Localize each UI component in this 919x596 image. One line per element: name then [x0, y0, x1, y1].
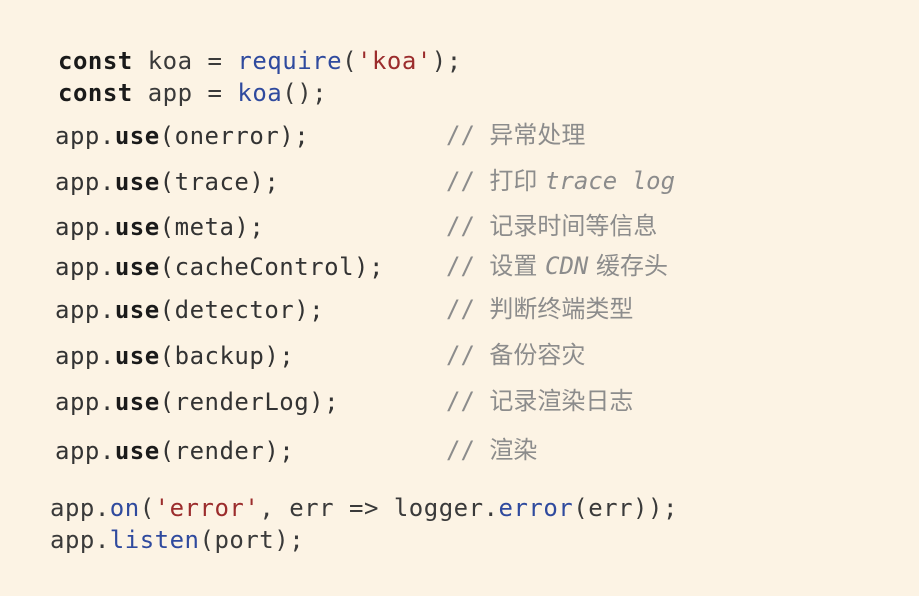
- comment-text: 备份容灾: [489, 341, 586, 369]
- code-dot: .: [99, 342, 115, 370]
- method-use: use: [114, 388, 160, 416]
- code-object: app: [55, 168, 100, 196]
- code-text: app =: [132, 79, 238, 107]
- comment-text: 记录时间等信息: [489, 212, 658, 240]
- comment-onerror: // 异常处理: [446, 121, 585, 149]
- code-object: app.: [50, 526, 110, 554]
- method-use: use: [114, 437, 160, 465]
- code-arg: (render);: [159, 437, 295, 465]
- comment-text: 设置: [489, 252, 545, 280]
- code-object: app: [55, 296, 100, 324]
- code-arg: (meta);: [159, 213, 265, 241]
- comment-detector: // 判断终端类型: [446, 295, 633, 323]
- code-object: app.: [50, 494, 110, 522]
- comment-render: // 渲染: [446, 436, 537, 464]
- code-line-app-init: const app = koa();: [58, 79, 327, 107]
- keyword-const: const: [58, 47, 133, 75]
- code-arg: (renderLog);: [159, 388, 340, 416]
- code-line-require: const koa = require('koa');: [58, 47, 462, 75]
- code-dot: .: [99, 213, 115, 241]
- code-dot: .: [99, 437, 115, 465]
- code-block: const koa = require('koa'); const app = …: [0, 0, 919, 596]
- comment-latin: trace log: [545, 167, 676, 195]
- code-dot: .: [99, 122, 115, 150]
- comment-cachecontrol: // 设置 CDN 缓存头: [446, 252, 668, 280]
- function-on: on: [109, 494, 140, 522]
- string-koa: 'koa': [357, 47, 432, 75]
- code-text: (port);: [199, 526, 305, 554]
- comment-text: 缓存头: [588, 252, 668, 280]
- code-dot: .: [99, 296, 115, 324]
- comment-text: 渲染: [489, 436, 538, 464]
- code-object: app: [55, 253, 100, 281]
- code-arg: (backup);: [159, 342, 295, 370]
- code-dot: .: [99, 168, 115, 196]
- comment-slash: //: [446, 252, 490, 280]
- comment-trace: // 打印 trace log: [446, 167, 675, 195]
- method-use: use: [114, 342, 160, 370]
- method-use: use: [114, 168, 160, 196]
- comment-slash: //: [446, 387, 490, 415]
- code-text: (err));: [573, 494, 678, 522]
- code-slide: const koa = require('koa'); const app = …: [0, 0, 919, 596]
- comment-slash: //: [446, 295, 490, 323]
- code-line-listen: app.listen(port);: [50, 526, 304, 554]
- code-arg: (detector);: [159, 296, 325, 324]
- comment-text: 异常处理: [489, 121, 586, 149]
- comment-latin: CDN: [545, 252, 589, 280]
- keyword-const: const: [58, 79, 133, 107]
- code-dot: .: [99, 253, 115, 281]
- code-line-use-backup: app.use(backup);: [55, 342, 294, 370]
- method-use: use: [114, 296, 160, 324]
- function-koa: koa: [237, 79, 283, 107]
- code-arg: (cacheControl);: [159, 253, 384, 281]
- code-line-use-renderlog: app.use(renderLog);: [55, 388, 339, 416]
- method-use: use: [114, 213, 160, 241]
- code-object: app: [55, 437, 100, 465]
- code-text: koa =: [132, 47, 238, 75]
- method-use: use: [114, 253, 160, 281]
- code-arg: (trace);: [159, 168, 280, 196]
- comment-slash: //: [446, 212, 490, 240]
- code-text: (: [342, 47, 358, 75]
- code-object: app: [55, 342, 100, 370]
- code-object: app: [55, 213, 100, 241]
- code-text: (: [139, 494, 155, 522]
- comment-slash: //: [446, 341, 490, 369]
- code-line-use-trace: app.use(trace);: [55, 168, 279, 196]
- method-use: use: [114, 122, 160, 150]
- code-line-use-cachecontrol: app.use(cacheControl);: [55, 253, 384, 281]
- code-line-on-error: app.on('error', err => logger.error(err)…: [50, 494, 678, 522]
- comment-text: 判断终端类型: [489, 295, 634, 323]
- code-text: );: [431, 47, 462, 75]
- function-require: require: [237, 47, 343, 75]
- code-object: app: [55, 388, 100, 416]
- code-line-use-onerror: app.use(onerror);: [55, 122, 309, 150]
- comment-meta: // 记录时间等信息: [446, 212, 657, 240]
- code-line-use-meta: app.use(meta);: [55, 213, 264, 241]
- code-object: app: [55, 122, 100, 150]
- comment-slash: //: [446, 436, 490, 464]
- code-arg: (onerror);: [159, 122, 310, 150]
- comment-text: 记录渲染日志: [489, 387, 634, 415]
- string-error: 'error': [154, 494, 260, 522]
- code-text: ();: [282, 79, 328, 107]
- comment-slash: //: [446, 121, 490, 149]
- code-line-use-render: app.use(render);: [55, 437, 294, 465]
- comment-renderlog: // 记录渲染日志: [446, 387, 633, 415]
- comment-slash: //: [446, 167, 490, 195]
- code-line-use-detector: app.use(detector);: [55, 296, 324, 324]
- function-listen: listen: [109, 526, 200, 554]
- comment-text: 打印: [489, 167, 545, 195]
- function-error: error: [498, 494, 574, 522]
- code-text: , err => logger.: [259, 494, 499, 522]
- code-dot: .: [99, 388, 115, 416]
- comment-backup: // 备份容灾: [446, 341, 585, 369]
